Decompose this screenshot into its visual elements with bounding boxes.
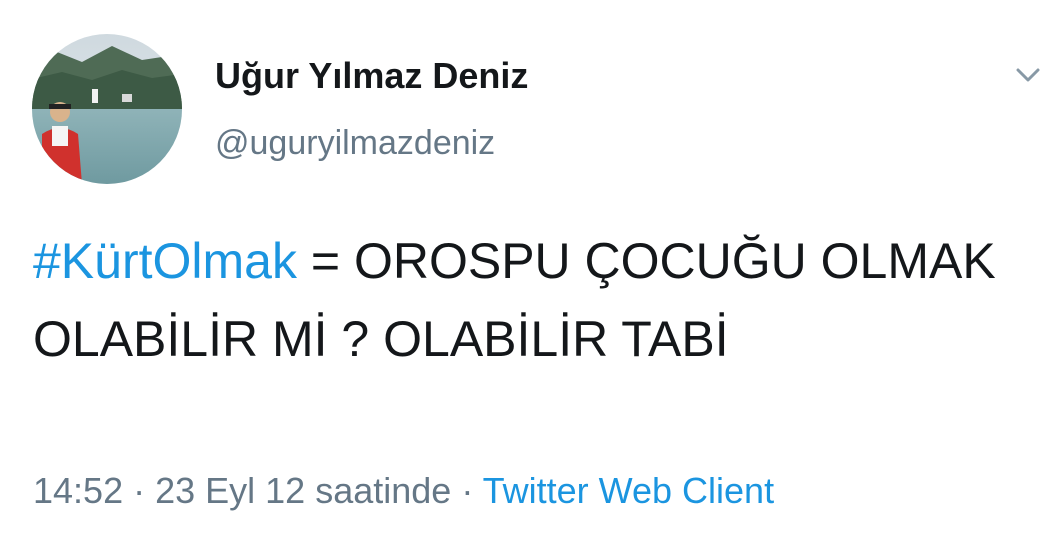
tweet-source-link[interactable]: Twitter Web Client [483,470,774,511]
tweet-card: Uğur Yılmaz Deniz @uguryilmazdeniz #Kürt… [0,0,1061,551]
hashtag-link[interactable]: #KürtOlmak [33,233,297,289]
user-handle[interactable]: @uguryilmazdeniz [215,124,495,163]
meta-separator: · [451,470,483,511]
avatar-photo [32,34,182,184]
meta-separator: · [123,470,156,511]
tweet-meta: 14:52 · 23 Eyl 12 saatinde · Twitter Web… [33,470,774,512]
tweet-date[interactable]: 23 Eyl 12 saatinde [155,470,451,511]
display-name[interactable]: Uğur Yılmaz Deniz [215,55,528,97]
avatar[interactable] [32,34,182,184]
tweet-text: #KürtOlmak = OROSPU ÇOCUĞU OLMAK OLABİLİ… [33,222,1023,378]
tweet-time[interactable]: 14:52 [33,470,123,511]
chevron-down-icon[interactable] [1008,55,1048,95]
